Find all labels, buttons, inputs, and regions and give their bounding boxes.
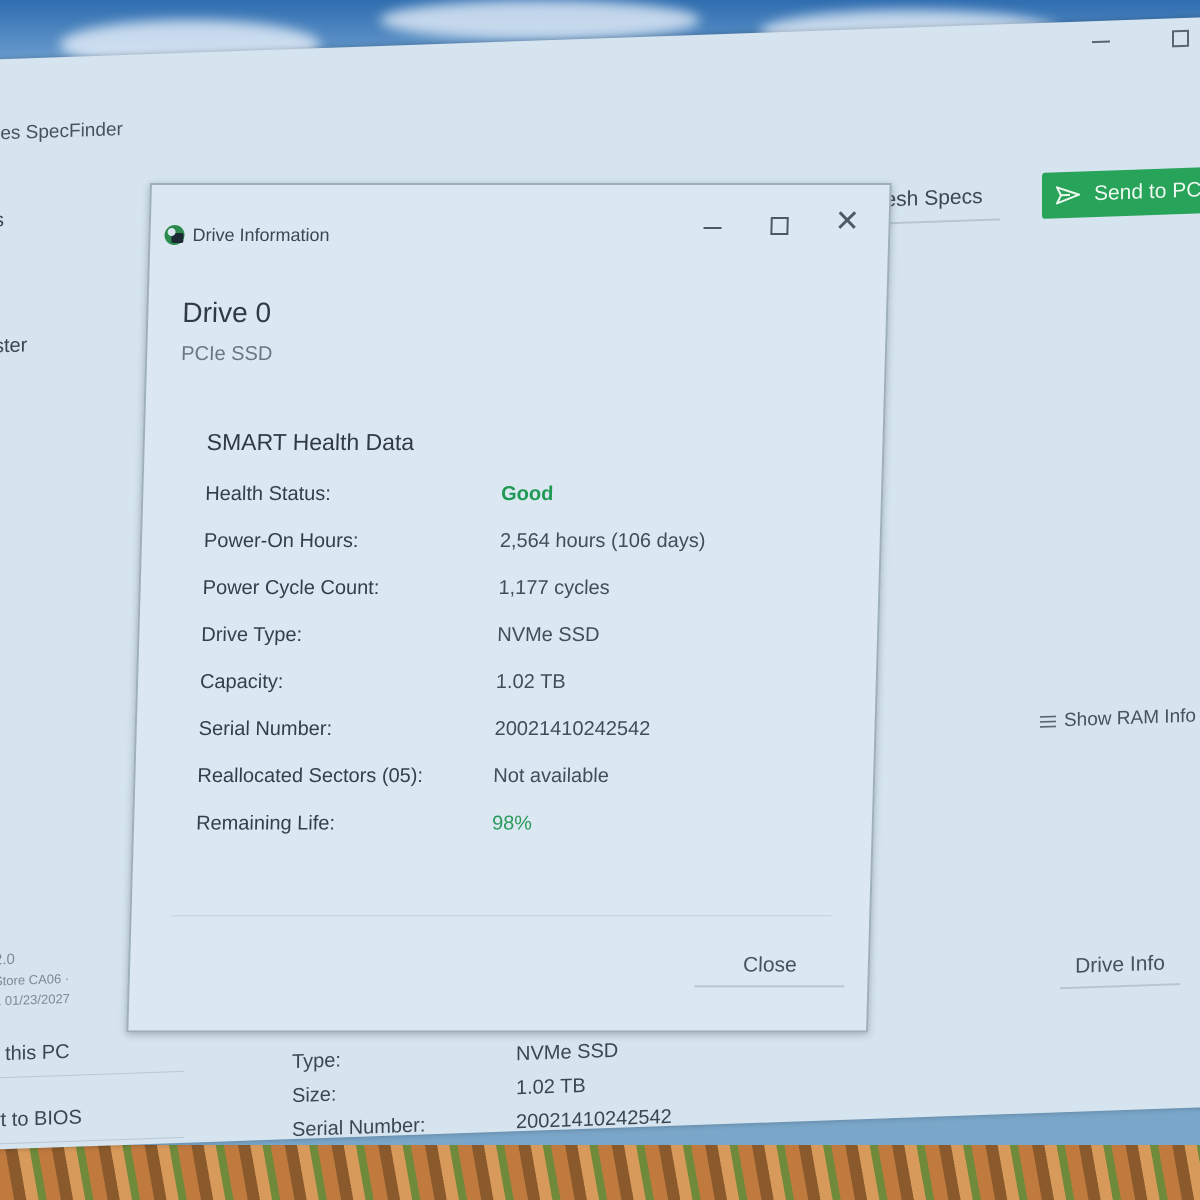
drive-type-label: Drive Type: — [201, 624, 303, 647]
reallocated-sectors-label: Reallocated Sectors (05): — [197, 765, 424, 788]
reallocated-sectors-value: Not available — [492, 765, 610, 788]
summary-label: Type: — [292, 1049, 341, 1074]
drive-name: Drive 0 — [181, 297, 272, 329]
minimize-icon[interactable] — [703, 227, 722, 230]
date-text: 1 01/23/2027 — [0, 990, 70, 1009]
send-to-pc-label: Send to PC — [1094, 178, 1200, 206]
serial-number-value: 20021410242542 — [494, 718, 651, 741]
summary-value: 1.02 TB — [516, 1074, 586, 1100]
summary-label: Size: — [292, 1083, 337, 1108]
show-ram-info-label: Show RAM Info — [1064, 705, 1196, 732]
maximize-icon[interactable] — [1172, 29, 1189, 48]
minimize-icon[interactable] — [1092, 40, 1110, 44]
serial-number-label: Serial Number: — [198, 718, 333, 741]
sidebar-divider — [0, 1136, 184, 1145]
section-title: SMART Health Data — [206, 429, 415, 456]
summary-value: 20021410242542 — [516, 1105, 672, 1134]
sidebar-item-mid[interactable]: ster — [0, 334, 27, 358]
remaining-life-value: 98% — [491, 812, 533, 835]
sidebar-divider — [0, 1070, 184, 1079]
cloud — [380, 0, 700, 40]
list-icon — [1040, 715, 1056, 728]
health-status-value: Good — [500, 483, 554, 506]
send-arrow-icon — [1054, 186, 1082, 206]
show-ram-info-button[interactable]: Show RAM Info — [1038, 706, 1196, 734]
close-label: Close — [742, 953, 798, 977]
close-icon[interactable]: ✕ — [834, 205, 860, 238]
close-button[interactable]: Close — [694, 945, 846, 988]
power-on-hours-label: Power-On Hours: — [203, 530, 359, 553]
drive-subtitle: PCIe SSD — [180, 343, 273, 366]
desktop-ground — [0, 1145, 1200, 1200]
store-text: Store CA06 · — [0, 970, 70, 989]
sidebar-item-about[interactable]: t this PC — [0, 1041, 70, 1067]
send-to-pc-button[interactable]: Send to PC — [1042, 165, 1200, 219]
power-cycle-count-label: Power Cycle Count: — [202, 577, 380, 600]
sidebar-item-top[interactable]: s — [0, 209, 4, 232]
app-title: res SpecFinder — [0, 119, 123, 145]
drive-info-label: Drive Info — [1075, 951, 1165, 978]
version-text: 2.0 — [0, 950, 15, 969]
summary-value: NVMe SSD — [516, 1039, 619, 1066]
capacity-value: 1.02 TB — [495, 671, 566, 694]
remaining-life-label: Remaining Life: — [195, 812, 336, 835]
summary-label: Serial Number: — [292, 1114, 426, 1142]
drive-info-button[interactable]: Drive Info — [1060, 943, 1180, 990]
power-on-hours-value: 2,564 hours (106 days) — [499, 530, 706, 553]
dialog-title: Drive Information — [192, 225, 330, 246]
power-cycle-count-value: 1,177 cycles — [498, 577, 610, 600]
drive-app-icon — [164, 225, 185, 246]
drive-information-dialog: Drive Information ✕ Drive 0 PCIe SSD SMA… — [126, 183, 892, 1033]
sidebar-item-restart-bios[interactable]: rt to BIOS — [0, 1106, 82, 1132]
maximize-icon[interactable] — [770, 217, 789, 236]
drive-type-value: NVMe SSD — [496, 624, 600, 647]
dialog-divider — [171, 915, 832, 917]
capacity-label: Capacity: — [199, 671, 284, 694]
health-status-label: Health Status: — [204, 483, 332, 506]
